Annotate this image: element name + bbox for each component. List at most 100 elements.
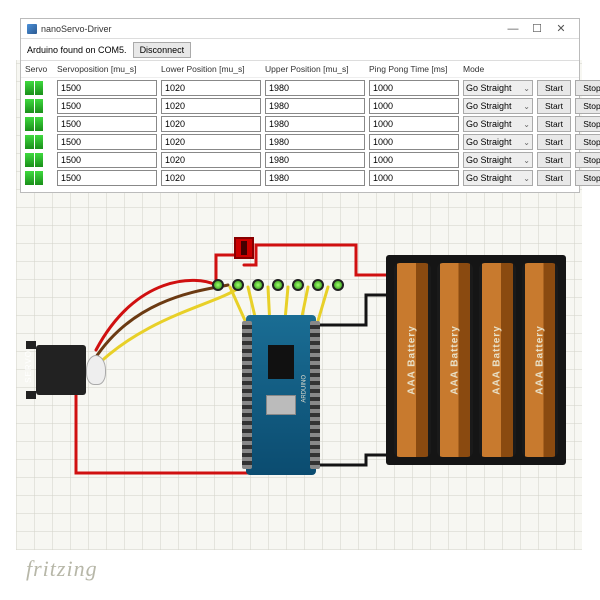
ping-time-input[interactable]	[369, 116, 459, 132]
servo-position-input[interactable]	[57, 134, 157, 150]
servo-position-input[interactable]	[57, 80, 157, 96]
chevron-down-icon: ⌄	[523, 156, 530, 165]
lower-position-input[interactable]	[161, 98, 261, 114]
battery-cell: AAA Battery	[479, 263, 516, 457]
start-button[interactable]: Start	[537, 134, 571, 150]
lower-position-input[interactable]	[161, 80, 261, 96]
mode-select[interactable]: Go Straight⌄	[463, 134, 533, 150]
start-button[interactable]: Start	[537, 116, 571, 132]
start-button[interactable]: Start	[537, 98, 571, 114]
wire-red-servo	[96, 280, 216, 350]
stop-button[interactable]: Stop	[575, 116, 600, 132]
chevron-down-icon: ⌄	[523, 102, 530, 111]
lower-position-input[interactable]	[161, 116, 261, 132]
lower-position-input[interactable]	[161, 134, 261, 150]
maximize-button[interactable]: ☐	[525, 19, 549, 39]
stop-button[interactable]: Stop	[575, 98, 600, 114]
pin-icon	[332, 279, 344, 291]
status-message: Arduino found on COM5.	[27, 45, 127, 55]
wire-yellow-servo	[92, 287, 240, 370]
start-button[interactable]: Start	[537, 152, 571, 168]
servo-position-input[interactable]	[57, 152, 157, 168]
table-row: Go Straight⌄StartStop	[25, 98, 575, 114]
ping-time-input[interactable]	[369, 98, 459, 114]
table-body: Go Straight⌄StartStopGo Straight⌄StartSt…	[21, 78, 579, 192]
mode-select[interactable]: Go Straight⌄	[463, 152, 533, 168]
nano-chip-icon	[268, 345, 294, 379]
servo-active-led	[25, 171, 43, 185]
stop-button[interactable]: Stop	[575, 134, 600, 150]
minimize-button[interactable]: —	[501, 19, 525, 39]
stop-button[interactable]: Stop	[575, 80, 600, 96]
nano-usb-icon	[266, 395, 296, 415]
lower-position-input[interactable]	[161, 152, 261, 168]
upper-position-input[interactable]	[265, 116, 365, 132]
servo-position-input[interactable]	[57, 170, 157, 186]
mode-select[interactable]: Go Straight⌄	[463, 170, 533, 186]
stop-button[interactable]: Stop	[575, 170, 600, 186]
table-row: Go Straight⌄StartStop	[25, 134, 575, 150]
servo-horn	[86, 355, 106, 385]
servo-label: SERVO	[24, 350, 33, 383]
servo-mount-icon	[26, 341, 36, 349]
table-header: Servo Servoposition [mu_s] Lower Positio…	[21, 61, 579, 78]
chevron-down-icon: ⌄	[523, 120, 530, 129]
chevron-down-icon: ⌄	[523, 174, 530, 183]
table-row: Go Straight⌄StartStop	[25, 152, 575, 168]
col-mode: Mode	[463, 64, 533, 74]
wire-brown	[94, 285, 228, 360]
circuit-diagram: SERVO ARDUINO AAA Battery AAA Battery AA…	[16, 215, 582, 535]
servo-active-led	[25, 153, 43, 167]
pin-icon	[252, 279, 264, 291]
upper-position-input[interactable]	[265, 134, 365, 150]
table-row: Go Straight⌄StartStop	[25, 116, 575, 132]
pin-icon	[272, 279, 284, 291]
window-title: nanoServo-Driver	[41, 24, 501, 34]
battery-cell: AAA Battery	[394, 263, 431, 457]
wire-red	[244, 245, 386, 275]
upper-position-input[interactable]	[265, 80, 365, 96]
mode-select[interactable]: Go Straight⌄	[463, 98, 533, 114]
col-start	[537, 64, 571, 74]
ping-time-input[interactable]	[369, 170, 459, 186]
servo-position-input[interactable]	[57, 116, 157, 132]
upper-position-input[interactable]	[265, 170, 365, 186]
close-button[interactable]: ✕	[549, 19, 573, 39]
start-button[interactable]: Start	[537, 80, 571, 96]
upper-position-input[interactable]	[265, 152, 365, 168]
app-icon	[27, 24, 37, 34]
col-ping: Ping Pong Time [ms]	[369, 64, 459, 74]
col-servo: Servo	[25, 64, 53, 74]
table-row: Go Straight⌄StartStop	[25, 170, 575, 186]
wire-red-bottom	[76, 395, 249, 473]
mode-select[interactable]: Go Straight⌄	[463, 116, 533, 132]
servo-body	[36, 345, 86, 395]
mode-select[interactable]: Go Straight⌄	[463, 80, 533, 96]
servo-position-input[interactable]	[57, 98, 157, 114]
power-switch	[234, 237, 254, 259]
servo-active-led	[25, 117, 43, 131]
disconnect-button[interactable]: Disconnect	[133, 42, 192, 58]
servo-mount-icon	[26, 391, 36, 399]
arduino-nano: ARDUINO	[246, 315, 316, 475]
upper-position-input[interactable]	[265, 98, 365, 114]
start-button[interactable]: Start	[537, 170, 571, 186]
status-bar: Arduino found on COM5. Disconnect	[21, 39, 579, 61]
pin-icon	[312, 279, 324, 291]
battery-pack: AAA Battery AAA Battery AAA Battery AAA …	[386, 255, 566, 465]
col-lower: Lower Position [mu_s]	[161, 64, 261, 74]
nano-label: ARDUINO	[302, 375, 308, 403]
lower-position-input[interactable]	[161, 170, 261, 186]
chevron-down-icon: ⌄	[523, 84, 530, 93]
col-position: Servoposition [mu_s]	[57, 64, 157, 74]
stop-button[interactable]: Stop	[575, 152, 600, 168]
ping-time-input[interactable]	[369, 134, 459, 150]
ping-time-input[interactable]	[369, 152, 459, 168]
battery-cell: AAA Battery	[437, 263, 474, 457]
header-pins	[212, 275, 352, 295]
ping-time-input[interactable]	[369, 80, 459, 96]
wire-black	[314, 295, 386, 325]
servo-active-led	[25, 81, 43, 95]
chevron-down-icon: ⌄	[523, 138, 530, 147]
servo-motor: SERVO	[26, 335, 96, 405]
